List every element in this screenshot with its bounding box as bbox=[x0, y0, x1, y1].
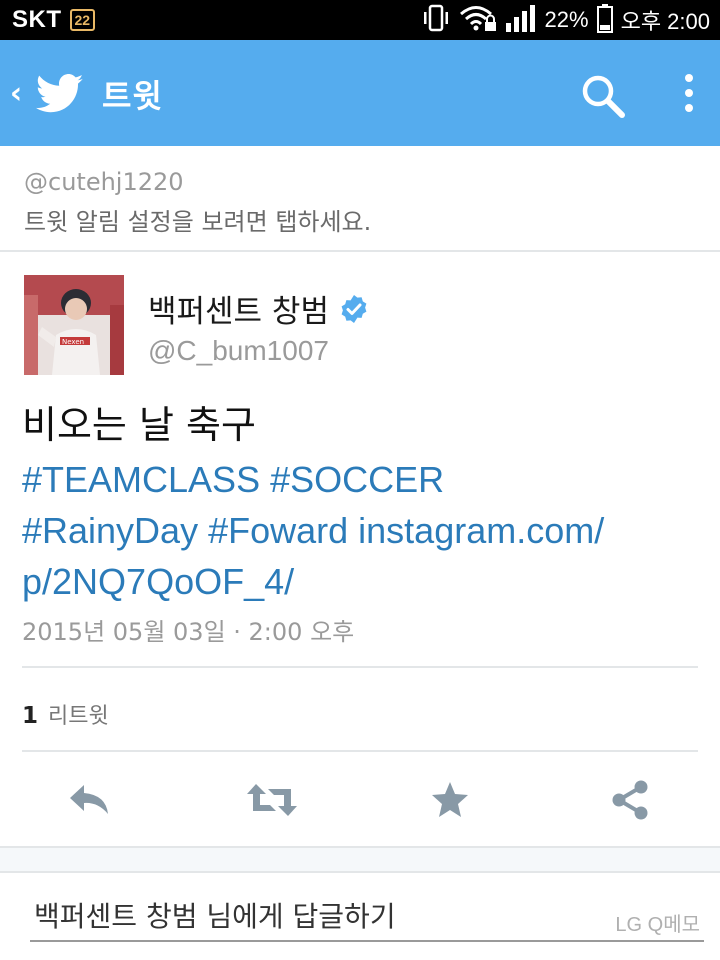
vibrate-icon bbox=[421, 3, 451, 37]
favorite-button[interactable] bbox=[427, 778, 473, 822]
chevron-left-icon: ‹ bbox=[9, 76, 23, 111]
tweet-actions bbox=[0, 770, 720, 830]
tweet-timestamp: 2015년 05월 03일 · 2:00 오후 bbox=[22, 618, 355, 646]
divider bbox=[0, 871, 720, 873]
hashtag-url-line[interactable]: #RainyDay #Foward instagram.com/ bbox=[22, 510, 604, 551]
svg-text:Nexen: Nexen bbox=[62, 338, 84, 346]
tweet-body: 비오는 날 축구 #TEAMCLASS #SOCCER #RainyDay #F… bbox=[22, 400, 702, 607]
retweet-label: 리트윗 bbox=[48, 704, 109, 729]
twitter-bird-icon bbox=[36, 74, 84, 113]
divider bbox=[22, 750, 698, 752]
favorite-star-icon bbox=[432, 782, 468, 817]
retweet-stats[interactable]: 1 리트윗 bbox=[22, 698, 109, 730]
reply-icon bbox=[70, 785, 108, 814]
clock: 오후 2:00 bbox=[620, 9, 710, 34]
battery-percent: 22% bbox=[544, 7, 589, 32]
tweet-text: 비오는 날 축구 bbox=[22, 403, 256, 447]
divider bbox=[22, 666, 698, 668]
hashtag-link-line[interactable]: #TEAMCLASS #SOCCER bbox=[22, 459, 444, 500]
author-handle[interactable]: @C_bum1007 bbox=[148, 335, 329, 367]
back-button[interactable]: ‹ 트윗 bbox=[6, 70, 166, 118]
reply-button[interactable] bbox=[67, 778, 113, 822]
url-link-line[interactable]: p/2NQ7QoOF_4/ bbox=[22, 561, 294, 602]
battery-icon bbox=[596, 3, 613, 37]
notification-settings-tip[interactable]: @cutehj1220 트윗 알림 설정을 보려면 탭하세요. bbox=[0, 146, 720, 250]
share-icon bbox=[612, 780, 648, 820]
reply-input[interactable] bbox=[34, 900, 594, 933]
notify-handle: @cutehj1220 bbox=[24, 168, 184, 196]
more-options-button[interactable] bbox=[672, 70, 706, 120]
status-bar: SKT 22 22% 오후 2:00 bbox=[0, 0, 720, 40]
retweet-icon bbox=[247, 784, 297, 816]
wifi-lock-icon bbox=[459, 3, 497, 37]
author-name[interactable]: 백퍼센트 창범 bbox=[148, 286, 369, 331]
notification-badge: 22 bbox=[69, 9, 96, 31]
retweet-count: 1 bbox=[22, 703, 39, 729]
share-button[interactable] bbox=[607, 778, 653, 822]
carrier-label: SKT bbox=[12, 6, 62, 33]
tweet-links: #TEAMCLASS #SOCCER #RainyDay #Foward ins… bbox=[22, 454, 702, 607]
search-icon bbox=[582, 75, 625, 118]
lg-qmemo-label[interactable]: LG Q메모 bbox=[615, 908, 700, 937]
notify-text: 트윗 알림 설정을 보려면 탭하세요. bbox=[24, 208, 372, 236]
app-bar: ‹ 트윗 bbox=[0, 40, 720, 146]
avatar[interactable]: Nexen bbox=[24, 275, 124, 375]
verified-badge-icon bbox=[341, 294, 367, 323]
search-button[interactable] bbox=[580, 73, 626, 119]
author-name-text: 백퍼센트 창범 bbox=[148, 294, 329, 330]
divider bbox=[0, 250, 720, 252]
signal-icon bbox=[505, 3, 537, 37]
more-vertical-icon bbox=[685, 74, 693, 82]
page-title: 트윗 bbox=[102, 77, 163, 115]
reply-composer: LG Q메모 bbox=[30, 894, 704, 942]
retweet-button[interactable] bbox=[246, 778, 298, 822]
separator-band bbox=[0, 848, 720, 872]
